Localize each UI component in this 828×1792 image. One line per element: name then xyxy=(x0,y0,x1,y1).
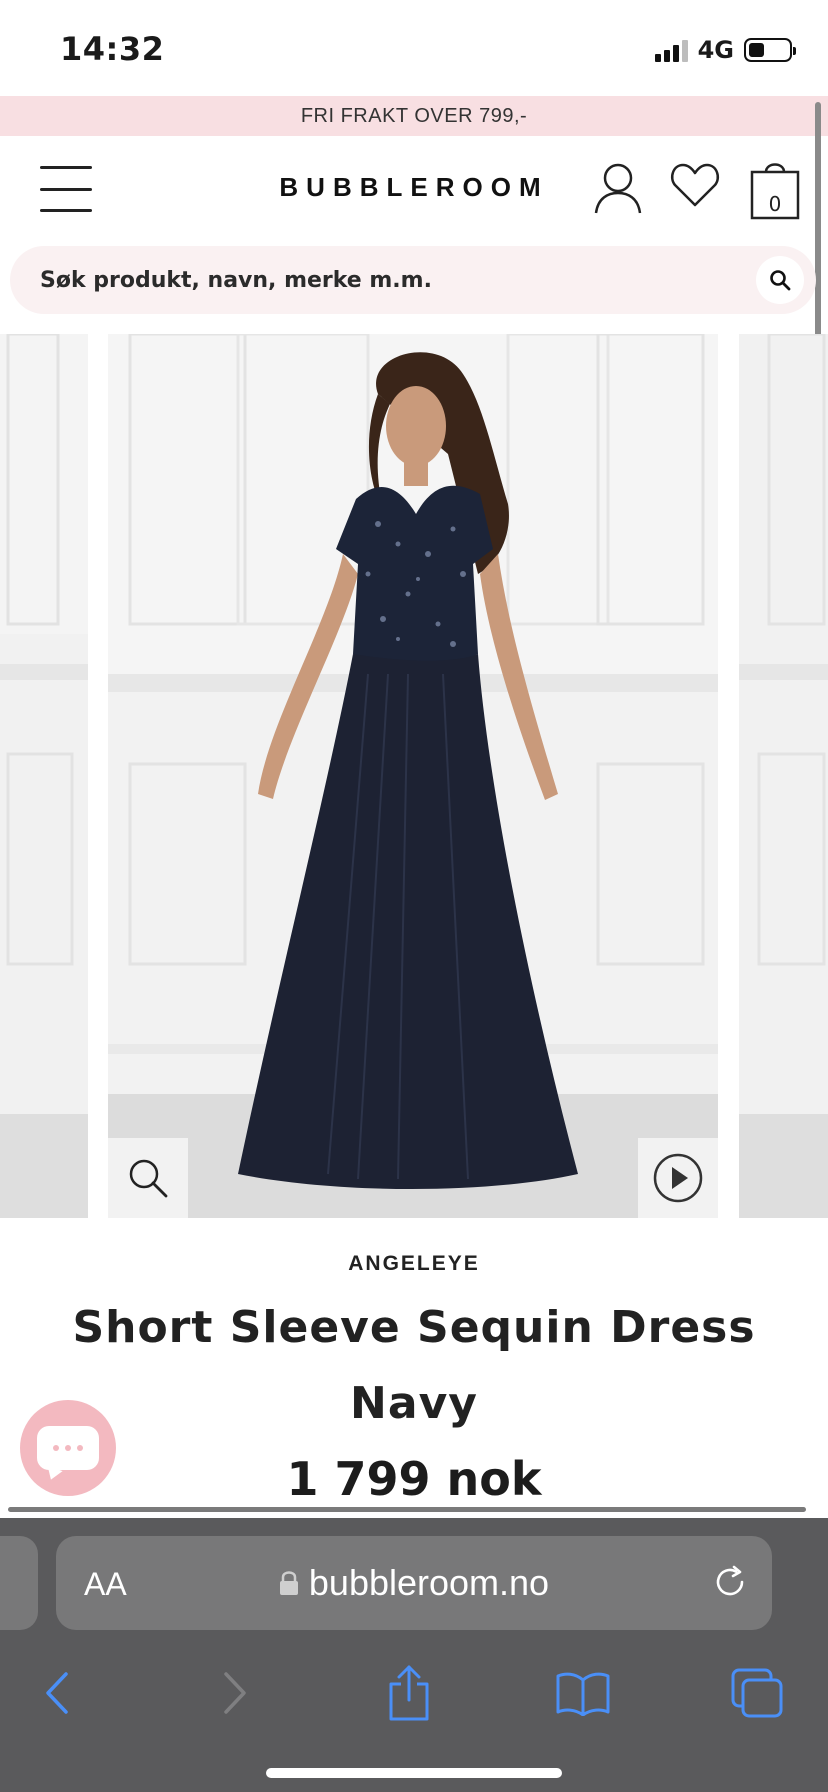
forward-button[interactable] xyxy=(200,1658,270,1728)
home-indicator[interactable] xyxy=(266,1768,562,1778)
reload-icon[interactable] xyxy=(712,1564,748,1604)
play-icon xyxy=(653,1153,703,1203)
product-price: 1 799 nok xyxy=(286,1452,542,1506)
bag-count: 0 xyxy=(768,192,782,216)
search-button[interactable] xyxy=(756,256,804,304)
back-button[interactable] xyxy=(22,1658,92,1728)
magnifier-icon xyxy=(129,1159,168,1198)
bookmarks-button[interactable] xyxy=(548,1658,618,1728)
previous-tab-peek[interactable] xyxy=(0,1536,38,1630)
product-title: Short Sleeve Sequin Dress Navy xyxy=(72,1302,756,1429)
url-text: bubbleroom.no xyxy=(308,1562,550,1603)
battery-icon xyxy=(744,38,796,62)
shopping-bag-icon[interactable]: 0 xyxy=(750,158,800,224)
signal-icon xyxy=(654,38,688,62)
chat-icon xyxy=(37,1426,99,1470)
search-placeholder: Søk produkt, navn, merke m.m. xyxy=(40,267,432,293)
lock-icon xyxy=(279,1571,298,1595)
page-scroll-indicator xyxy=(8,1507,806,1512)
status-indicators: 4G xyxy=(654,36,796,64)
tabs-button[interactable] xyxy=(722,1658,792,1728)
site-header: BUBBLEROOM 0 xyxy=(0,136,828,246)
main-product-image[interactable] xyxy=(108,334,718,1218)
zoom-button[interactable] xyxy=(108,1138,188,1218)
menu-line xyxy=(40,209,92,212)
address-bar[interactable]: AA bubbleroom.no xyxy=(56,1536,772,1630)
chevron-left-icon xyxy=(46,1672,68,1714)
previous-product-image[interactable] xyxy=(0,334,88,1218)
product-image-carousel[interactable] xyxy=(0,334,828,1218)
status-time: 14:32 xyxy=(60,30,165,68)
tabs-icon xyxy=(731,1668,783,1718)
play-video-button[interactable] xyxy=(638,1138,718,1218)
product-brand[interactable]: ANGELEYE xyxy=(0,1252,828,1276)
next-product-image[interactable] xyxy=(739,334,828,1218)
search-input[interactable]: Søk produkt, navn, merke m.m. xyxy=(10,246,816,314)
search-icon xyxy=(770,270,791,291)
free-shipping-banner[interactable]: FRI FRAKT OVER 799,- xyxy=(0,96,828,136)
chevron-right-icon xyxy=(224,1672,246,1714)
browser-bottom-bar: AA bubbleroom.no xyxy=(0,1518,828,1792)
book-icon xyxy=(556,1672,610,1716)
status-bar: 14:32 4G xyxy=(0,0,828,96)
browser-toolbar xyxy=(0,1658,828,1738)
battery-level xyxy=(749,43,765,57)
network-type: 4G xyxy=(697,36,734,64)
menu-line xyxy=(40,166,92,169)
share-button[interactable] xyxy=(374,1658,444,1728)
account-icon[interactable] xyxy=(594,162,642,218)
url-display: bubbleroom.no xyxy=(56,1562,772,1604)
chat-button[interactable] xyxy=(20,1400,116,1496)
share-icon xyxy=(389,1665,429,1721)
heart-icon[interactable] xyxy=(670,162,720,212)
